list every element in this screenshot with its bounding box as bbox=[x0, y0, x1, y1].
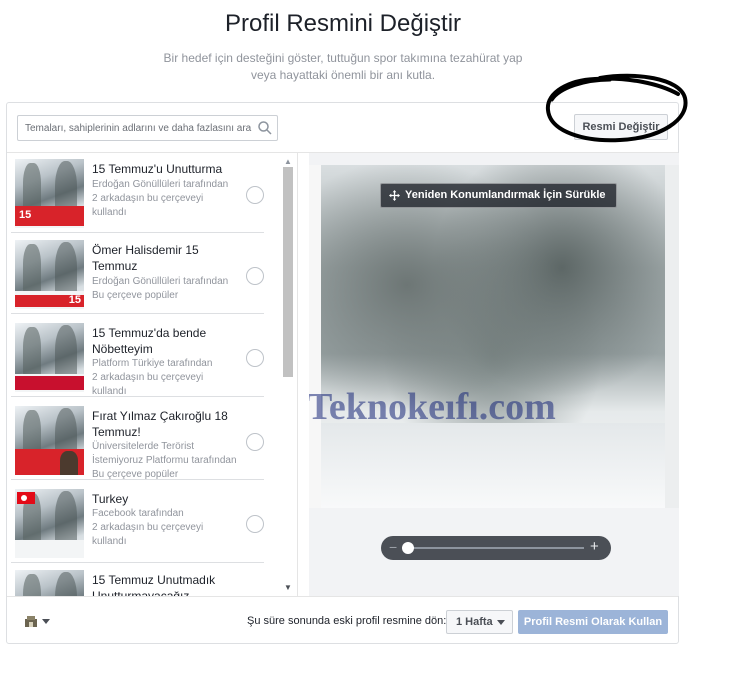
frame-thumbnail bbox=[15, 570, 84, 596]
frame-badge bbox=[15, 376, 84, 390]
revert-label: Şu süre sonunda eski profil resmine dön: bbox=[247, 615, 447, 627]
frame-badge bbox=[15, 449, 84, 475]
frame-title: Fırat Yılmaz Çakıroğlu 18 Temmuz! bbox=[92, 409, 228, 439]
frame-title: 15 Temmuz Unutmadık Unutturmayacağız bbox=[92, 573, 216, 596]
duration-dropdown[interactable]: 1 Hafta bbox=[446, 610, 513, 634]
frame-list-item[interactable]: 15 Ömer Halisdemir 15 Temmuz Erdoğan Gön… bbox=[11, 234, 264, 314]
zoom-slider[interactable]: − + bbox=[381, 536, 611, 560]
page-subtitle: Bir hedef için desteğini göster, tuttuğu… bbox=[163, 51, 523, 82]
change-photo-button[interactable]: Resmi Değiştir bbox=[574, 114, 668, 140]
frame-usage: Bu çerçeve popüler bbox=[92, 469, 179, 480]
frame-usage: 2 arkadaşın bu çerçeveyi kullandı bbox=[92, 372, 204, 397]
chevron-down-icon bbox=[42, 619, 50, 624]
zoom-out-icon[interactable]: − bbox=[389, 539, 397, 555]
frame-radio[interactable] bbox=[246, 186, 264, 204]
frame-badge-text: 15 bbox=[68, 294, 81, 306]
frame-list: 15 15 Temmuz'u Unutturma Erdoğan Gönüllü… bbox=[7, 153, 298, 596]
frame-thumbnail bbox=[15, 323, 84, 392]
frame-title: 15 Temmuz'u Unutturma bbox=[92, 162, 223, 176]
page-title: Profil Resmini Değiştir bbox=[224, 10, 462, 37]
profile-picture-frame-page: Profil Resmini Değiştir Bir hedef için d… bbox=[0, 0, 740, 685]
frame-owner: Erdoğan Gönüllüleri tarafından bbox=[92, 179, 229, 190]
reposition-hint: Yeniden Konumlandırmak İçin Sürükle bbox=[380, 183, 617, 208]
frame-list-item[interactable]: 15 Temmuz Unutmadık Unutturmayacağız bbox=[11, 564, 264, 596]
frame-thumbnail: 15 bbox=[15, 159, 84, 228]
frame-radio[interactable] bbox=[246, 267, 264, 285]
frame-list-item[interactable]: 15 Temmuz'da bende Nöbetteyim Platform T… bbox=[11, 317, 264, 397]
frame-owner: Facebook tarafından bbox=[92, 508, 184, 519]
frame-list-scrollbar[interactable]: ▲ ▼ bbox=[281, 153, 295, 596]
turkey-flag-icon bbox=[17, 492, 35, 504]
dialog-footer: Şu süre sonunda eski profil resmine dön:… bbox=[7, 596, 678, 644]
zoom-handle[interactable] bbox=[402, 542, 414, 554]
photo-preview-pane: Yeniden Konumlandırmak İçin Sürükle Tekn… bbox=[309, 153, 679, 596]
globe-privacy-icon bbox=[25, 616, 37, 627]
search-input[interactable] bbox=[18, 116, 258, 140]
frame-usage: 2 arkadaşın bu çerçeveyi kullandı bbox=[92, 193, 204, 218]
search-box bbox=[17, 115, 278, 141]
duration-value: 1 Hafta bbox=[456, 616, 493, 628]
dialog-toolbar: Resmi Değiştir bbox=[7, 103, 678, 153]
frame-title: 15 Temmuz'da bende Nöbetteyim bbox=[92, 326, 207, 356]
scroll-down-icon[interactable]: ▼ bbox=[284, 583, 292, 592]
privacy-selector[interactable] bbox=[24, 614, 54, 628]
frame-usage: 2 arkadaşın bu çerçeveyi kullandı bbox=[92, 522, 204, 547]
frame-list-item[interactable]: Fırat Yılmaz Çakıroğlu 18 Temmuz! Üniver… bbox=[11, 400, 264, 480]
frame-dialog: Resmi Değiştir 15 15 Temmuz'u Unutturma … bbox=[6, 102, 679, 644]
frame-radio[interactable] bbox=[246, 515, 264, 533]
frame-list-item[interactable]: Turkey Facebook tarafından 2 arkadaşın b… bbox=[11, 483, 264, 563]
frame-owner: Erdoğan Gönüllüleri tarafından bbox=[92, 276, 229, 287]
frame-list-item[interactable]: 15 15 Temmuz'u Unutturma Erdoğan Gönüllü… bbox=[11, 153, 264, 233]
frame-thumbnail bbox=[15, 406, 84, 475]
zoom-track[interactable] bbox=[406, 547, 584, 549]
scrollbar-thumb[interactable] bbox=[283, 167, 293, 377]
reposition-hint-text: Yeniden Konumlandırmak İçin Sürükle bbox=[405, 189, 606, 201]
frame-badge-text: 15 bbox=[19, 209, 32, 221]
watermark-text: Teknokeıfı.com bbox=[309, 386, 556, 428]
frame-radio[interactable] bbox=[246, 433, 264, 451]
search-icon[interactable] bbox=[257, 120, 273, 136]
frame-radio[interactable] bbox=[246, 349, 264, 367]
profile-photo-preview[interactable]: Yeniden Konumlandırmak İçin Sürükle Tekn… bbox=[309, 165, 679, 508]
zoom-in-icon[interactable]: + bbox=[590, 538, 599, 556]
frame-owner: Platform Türkiye tarafından bbox=[92, 358, 213, 369]
scroll-up-icon[interactable]: ▲ bbox=[284, 157, 292, 166]
frame-badge: 15 bbox=[15, 206, 84, 226]
frame-title: Ömer Halisdemir 15 Temmuz bbox=[92, 243, 199, 273]
move-icon bbox=[389, 190, 400, 201]
frame-usage: Bu çerçeve popüler bbox=[92, 290, 179, 301]
frame-thumbnail bbox=[15, 489, 84, 558]
chevron-down-icon bbox=[497, 620, 505, 625]
frame-thumbnail: 15 bbox=[15, 240, 84, 309]
use-as-profile-picture-button[interactable]: Profil Resmi Olarak Kullan bbox=[518, 610, 668, 634]
frame-title: Turkey bbox=[92, 492, 129, 506]
frame-owner: Üniversitelerde Terörist İstemiyoruz Pla… bbox=[92, 441, 237, 466]
